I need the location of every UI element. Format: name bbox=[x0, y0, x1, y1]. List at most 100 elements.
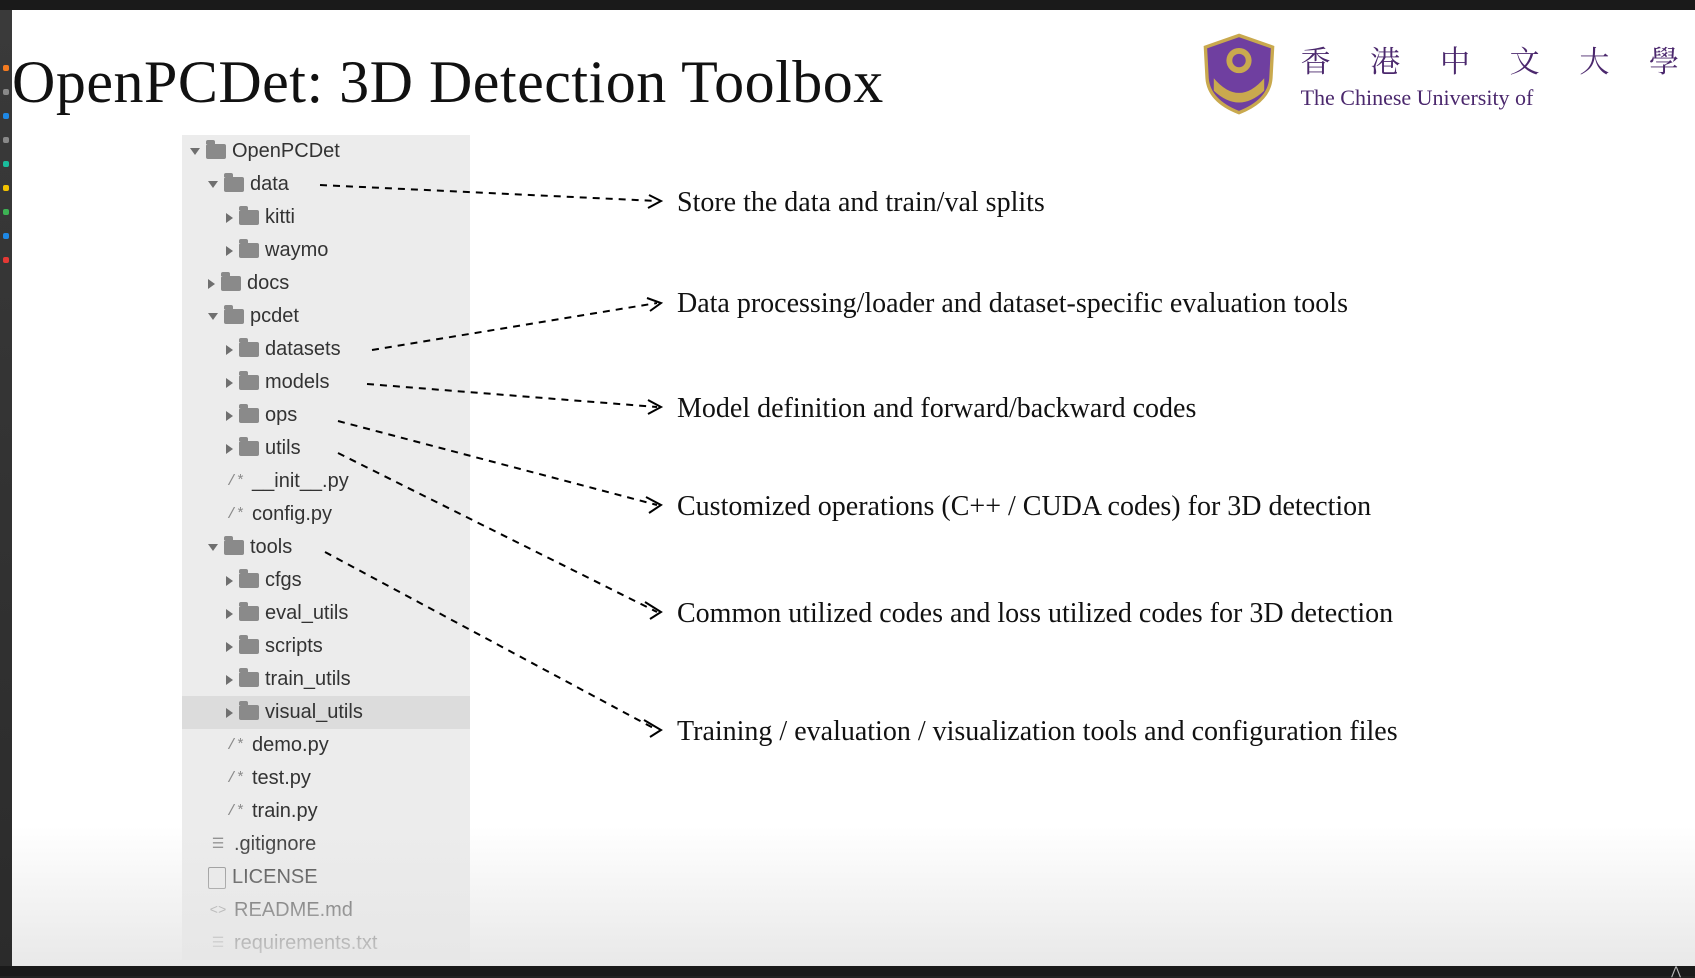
tree-item[interactable]: /*config.py bbox=[182, 498, 470, 531]
disclosure-triangle-icon[interactable] bbox=[226, 411, 233, 421]
folder-icon bbox=[239, 342, 259, 357]
tree-item-label: kitti bbox=[265, 206, 295, 229]
disclosure-triangle-icon[interactable] bbox=[208, 181, 218, 188]
menu-bar bbox=[0, 0, 1695, 10]
tree-item-label: cfgs bbox=[265, 569, 302, 592]
tree-item-label: pcdet bbox=[250, 305, 299, 328]
tree-item[interactable]: kitti bbox=[182, 201, 470, 234]
tree-item[interactable]: LICENSE bbox=[182, 861, 470, 894]
tree-item[interactable]: <> README.md bbox=[182, 894, 470, 927]
tree-item-label: ops bbox=[265, 404, 297, 427]
disclosure-triangle-icon[interactable] bbox=[226, 345, 233, 355]
university-logo-block: 香 港 中 文 大 學 The Chinese University of bbox=[1193, 32, 1695, 116]
tree-item[interactable]: /*test.py bbox=[182, 762, 470, 795]
folder-icon bbox=[239, 639, 259, 654]
tree-item-label: LICENSE bbox=[232, 866, 318, 889]
file-icon bbox=[208, 867, 226, 889]
python-file-icon: /* bbox=[226, 803, 246, 820]
dock-icon[interactable] bbox=[3, 209, 9, 215]
tree-item[interactable]: /*__init__.py bbox=[182, 465, 470, 498]
tree-item[interactable]: train_utils bbox=[182, 663, 470, 696]
dock-icon[interactable] bbox=[3, 113, 9, 119]
disclosure-triangle-icon[interactable] bbox=[208, 313, 218, 320]
tree-item[interactable]: ☰ .gitignore bbox=[182, 828, 470, 861]
tree-item-label: README.md bbox=[234, 899, 353, 922]
disclosure-triangle-icon[interactable] bbox=[208, 279, 215, 289]
tree-item[interactable]: visual_utils bbox=[182, 696, 470, 729]
disclosure-triangle-icon[interactable] bbox=[226, 675, 233, 685]
folder-icon bbox=[239, 606, 259, 621]
disclosure-triangle-icon[interactable] bbox=[226, 576, 233, 586]
annotation-ops: Customized operations (C++ / CUDA codes)… bbox=[677, 491, 1371, 523]
python-file-icon: /* bbox=[226, 506, 246, 523]
folder-icon bbox=[239, 210, 259, 225]
disclosure-triangle-icon[interactable] bbox=[226, 246, 233, 256]
tree-item-label: scripts bbox=[265, 635, 323, 658]
tree-item[interactable]: /* demo.py bbox=[182, 729, 470, 762]
tree-item-label: docs bbox=[247, 272, 289, 295]
tree-item[interactable]: data bbox=[182, 168, 470, 201]
university-name-cn: 香 港 中 文 大 學 bbox=[1301, 37, 1695, 81]
tree-item-label: __init__.py bbox=[252, 470, 349, 493]
folder-icon bbox=[239, 672, 259, 687]
dock-icon[interactable] bbox=[3, 185, 9, 191]
tree-item-label: demo.py bbox=[252, 734, 329, 757]
tree-item[interactable]: utils bbox=[182, 432, 470, 465]
tree-item[interactable]: tools bbox=[182, 531, 470, 564]
tree-item[interactable]: docs bbox=[182, 267, 470, 300]
disclosure-triangle-icon[interactable] bbox=[208, 544, 218, 551]
tree-item[interactable]: scripts bbox=[182, 630, 470, 663]
tree-item[interactable]: models bbox=[182, 366, 470, 399]
tree-root-label: OpenPCDet bbox=[232, 140, 340, 163]
disclosure-triangle-icon[interactable] bbox=[190, 148, 200, 155]
folder-icon bbox=[224, 309, 244, 324]
tree-item[interactable]: ops bbox=[182, 399, 470, 432]
tree-item[interactable]: /*train.py bbox=[182, 795, 470, 828]
dock-icon[interactable] bbox=[3, 65, 9, 71]
python-file-icon: /* bbox=[226, 737, 246, 754]
folder-icon bbox=[239, 408, 259, 423]
dock-icon[interactable] bbox=[3, 137, 9, 143]
annotation-data: Store the data and train/val splits bbox=[677, 187, 1045, 219]
disclosure-triangle-icon[interactable] bbox=[226, 642, 233, 652]
tree-item[interactable]: datasets bbox=[182, 333, 470, 366]
tree-item-label: visual_utils bbox=[265, 701, 363, 724]
tree-item[interactable]: eval_utils bbox=[182, 597, 470, 630]
tree-item-label: data bbox=[250, 173, 289, 196]
annotation-utils: Common utilized codes and loss utilized … bbox=[677, 598, 1393, 630]
tree-item-label: requirements.txt bbox=[234, 932, 377, 955]
tree-item-label: train_utils bbox=[265, 668, 351, 691]
folder-icon bbox=[224, 177, 244, 192]
tree-item-label: datasets bbox=[265, 338, 341, 361]
tree-item-label: models bbox=[265, 371, 329, 394]
disclosure-triangle-icon[interactable] bbox=[226, 213, 233, 223]
bottom-bar: ⋀ bbox=[0, 966, 1695, 976]
tree-item-label: eval_utils bbox=[265, 602, 348, 625]
tree-item-label: .gitignore bbox=[234, 833, 316, 856]
university-name-en: The Chinese University of bbox=[1301, 85, 1695, 111]
folder-icon bbox=[221, 276, 241, 291]
disclosure-triangle-icon[interactable] bbox=[226, 708, 233, 718]
tree-item[interactable]: ☰ requirements.txt bbox=[182, 927, 470, 960]
disclosure-triangle-icon[interactable] bbox=[226, 444, 233, 454]
dock-icon[interactable] bbox=[3, 161, 9, 167]
annotation-datasets: Data processing/loader and dataset-speci… bbox=[677, 288, 1348, 320]
university-crest-icon bbox=[1193, 32, 1285, 116]
dock-icon[interactable] bbox=[3, 89, 9, 95]
folder-icon bbox=[206, 144, 226, 159]
markdown-file-icon: <> bbox=[208, 903, 228, 919]
tree-item-label: tools bbox=[250, 536, 292, 559]
tree-item[interactable]: cfgs bbox=[182, 564, 470, 597]
tree-item[interactable]: waymo bbox=[182, 234, 470, 267]
slide-title: OpenPCDet: 3D Detection Toolbox bbox=[12, 48, 884, 117]
disclosure-triangle-icon[interactable] bbox=[226, 378, 233, 388]
gitignore-file-icon: ☰ bbox=[208, 836, 228, 853]
folder-icon bbox=[239, 705, 259, 720]
text-file-icon: ☰ bbox=[208, 935, 228, 952]
dock-icon[interactable] bbox=[3, 257, 9, 263]
disclosure-triangle-icon[interactable] bbox=[226, 609, 233, 619]
dock-icon[interactable] bbox=[3, 233, 9, 239]
tree-root[interactable]: OpenPCDet bbox=[182, 135, 470, 168]
tree-item[interactable]: pcdet bbox=[182, 300, 470, 333]
tree-item-label: test.py bbox=[252, 767, 311, 790]
